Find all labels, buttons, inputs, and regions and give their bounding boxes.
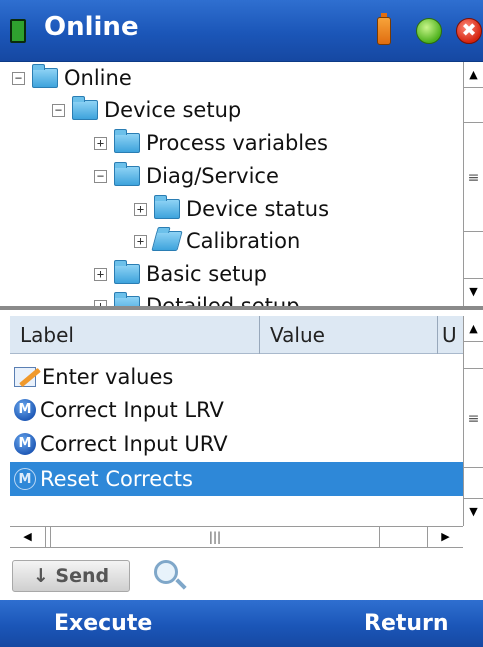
- tree-item-calibration[interactable]: + Calibration: [134, 225, 300, 257]
- signal-icon: [416, 18, 442, 44]
- tree-item-online[interactable]: − Online: [12, 62, 132, 94]
- tree-item-detailed-setup[interactable]: + Detailed setup: [94, 290, 300, 306]
- list-scrollbar[interactable]: ▲ ≡ ▼: [463, 316, 483, 526]
- collapse-icon[interactable]: −: [12, 71, 25, 85]
- method-icon: M: [14, 468, 36, 490]
- list-item-reset-corrects[interactable]: M Reset Corrects: [10, 462, 463, 496]
- tree-item-device-setup[interactable]: − Device setup: [52, 94, 241, 126]
- toolbar: ↓ Send: [0, 550, 483, 600]
- tree-item-basic-setup[interactable]: + Basic setup: [94, 258, 267, 290]
- folder-icon: [114, 260, 140, 284]
- expand-icon[interactable]: +: [134, 234, 147, 248]
- tree-item-device-status[interactable]: + Device status: [134, 193, 329, 225]
- pane-splitter[interactable]: [0, 306, 483, 310]
- close-icon[interactable]: ✖: [456, 18, 482, 44]
- scroll-down-button[interactable]: ▼: [464, 278, 483, 304]
- tree-item-label: Basic setup: [146, 262, 268, 286]
- scroll-up-button[interactable]: ▲: [464, 316, 483, 342]
- app-icon: [10, 19, 26, 43]
- list-item-correct-input-urv[interactable]: M Correct Input URV: [10, 427, 463, 461]
- tree-item-label: Detailed setup: [146, 294, 300, 306]
- list-item-correct-input-lrv[interactable]: M Correct Input LRV: [10, 393, 463, 427]
- tree-item-label: Process variables: [146, 131, 328, 155]
- folder-open-icon: [151, 231, 183, 251]
- title-bar: Online ✖: [0, 0, 483, 62]
- execute-softkey[interactable]: Execute: [54, 600, 152, 647]
- folder-icon: [72, 96, 98, 120]
- column-header-value[interactable]: Value: [260, 316, 438, 354]
- tree-item-label: Device setup: [104, 98, 242, 122]
- expand-icon[interactable]: +: [94, 136, 107, 150]
- scroll-thumb[interactable]: ≡: [464, 122, 483, 232]
- list-item-enter-values[interactable]: Enter values: [10, 360, 463, 394]
- scroll-left-button[interactable]: ◀: [10, 527, 46, 547]
- scroll-down-button[interactable]: ▼: [464, 498, 483, 524]
- search-icon[interactable]: [154, 560, 178, 584]
- list-header: Label Value U: [10, 316, 463, 354]
- list-item-label: Correct Input URV: [40, 432, 228, 456]
- tree-item-label: Calibration: [186, 229, 301, 253]
- scroll-up-button[interactable]: ▲: [464, 62, 483, 88]
- horizontal-scroll-thumb[interactable]: |||: [50, 527, 380, 547]
- folder-icon: [32, 64, 58, 88]
- window-title: Online: [44, 12, 139, 42]
- list-item-label: Enter values: [42, 365, 174, 389]
- scroll-thumb[interactable]: ≡: [464, 368, 483, 468]
- tree-view[interactable]: − Online − Device setup + Process variab…: [10, 62, 473, 306]
- collapse-icon[interactable]: −: [52, 103, 65, 117]
- list-horizontal-scrollbar[interactable]: ◀ ||| ▶: [10, 526, 463, 548]
- scroll-right-button[interactable]: ▶: [427, 527, 463, 547]
- folder-icon: [114, 162, 140, 186]
- tree-item-process-variables[interactable]: + Process variables: [94, 127, 328, 159]
- folder-icon: [114, 129, 140, 153]
- column-header-unit[interactable]: U: [438, 316, 463, 354]
- battery-icon: [377, 13, 391, 45]
- folder-icon: [114, 292, 140, 306]
- column-header-label[interactable]: Label: [10, 316, 260, 354]
- folder-icon: [154, 195, 180, 219]
- tree-scrollbar[interactable]: ▲ ≡ ▼: [463, 62, 483, 306]
- list-item-label: Reset Corrects: [40, 467, 193, 491]
- method-icon: M: [14, 399, 36, 421]
- method-icon: M: [14, 433, 36, 455]
- tree-item-label: Device status: [186, 197, 330, 221]
- tree-item-diag-service[interactable]: − Diag/Service: [94, 160, 279, 192]
- collapse-icon[interactable]: −: [94, 169, 107, 183]
- send-button[interactable]: ↓ Send: [12, 560, 130, 592]
- list-item-label: Correct Input LRV: [40, 398, 224, 422]
- edit-icon: [12, 365, 40, 389]
- expand-icon[interactable]: +: [134, 202, 147, 216]
- softkey-bar: Execute Return: [0, 600, 483, 647]
- return-softkey[interactable]: Return: [364, 600, 449, 647]
- tree-item-label: Online: [64, 66, 132, 90]
- expand-icon[interactable]: +: [94, 267, 107, 281]
- tree-item-label: Diag/Service: [146, 164, 279, 188]
